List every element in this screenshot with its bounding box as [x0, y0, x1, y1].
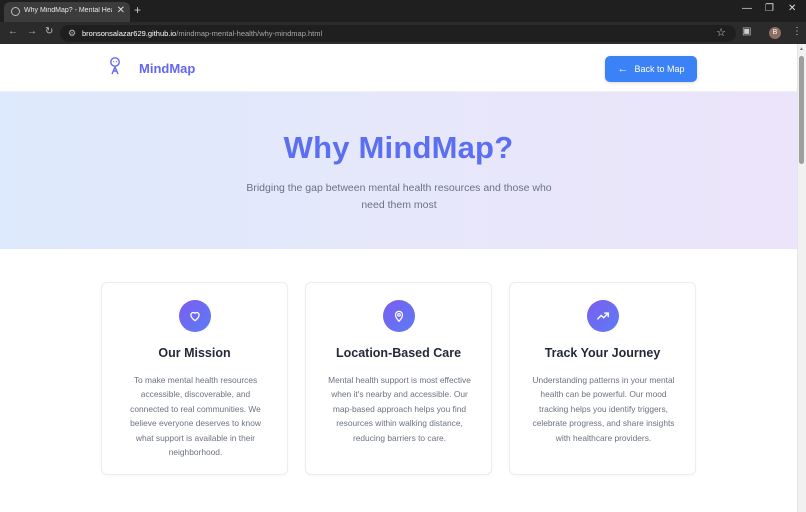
- page-title: Why MindMap?: [283, 130, 514, 165]
- tab-close-icon[interactable]: ✕: [117, 5, 125, 16]
- hero-subtitle: Bridging the gap between mental health r…: [246, 182, 552, 211]
- tab-title: Why MindMap? - Mental Health: [24, 7, 112, 14]
- back-to-map-label: Back to Map: [634, 64, 685, 74]
- url-path: /mindmap-mental-health/why-mindmap.html: [176, 29, 323, 38]
- card-title: Our Mission: [158, 346, 231, 360]
- menu-kebab-icon[interactable]: ⋮: [792, 26, 802, 37]
- logo-text[interactable]: MindMap: [139, 61, 195, 76]
- map-pin-icon: [383, 300, 415, 332]
- trending-up-icon: [587, 300, 619, 332]
- minimize-icon[interactable]: —: [742, 3, 752, 14]
- restore-icon[interactable]: ❐: [765, 3, 774, 14]
- card-text: Understanding patterns in your mental he…: [532, 375, 675, 443]
- address-bar[interactable]: ⚙ bronsonsalazar629.github.io/mindmap-me…: [60, 25, 736, 42]
- browser-tab-bar: Why MindMap? - Mental Health ✕ + — ❐ ✕: [0, 0, 806, 22]
- back-to-map-button[interactable]: ← Back to Map: [605, 56, 697, 82]
- card-location-based-care: Location-Based Care Mental health suppor…: [305, 282, 492, 475]
- site-header: MindMap ← Back to Map: [0, 44, 797, 92]
- scroll-up-icon[interactable]: ▲: [799, 46, 804, 52]
- window-close-icon[interactable]: ✕: [788, 3, 796, 14]
- url-host: bronsonsalazar629.github.io: [82, 29, 177, 38]
- browser-tab[interactable]: Why MindMap? - Mental Health ✕: [4, 2, 130, 22]
- profile-avatar[interactable]: B: [769, 27, 781, 39]
- card-title: Location-Based Care: [335, 346, 462, 360]
- card-our-mission: Our Mission To make mental health resour…: [101, 282, 288, 475]
- reload-icon[interactable]: ↻: [45, 26, 53, 37]
- back-nav-icon[interactable]: ←: [8, 26, 18, 37]
- tab-favicon-icon: [11, 7, 20, 16]
- page-content: MindMap ← Back to Map Why MindMap? Bridg…: [0, 44, 797, 512]
- card-track-your-journey: Track Your Journey Understanding pattern…: [509, 282, 696, 475]
- browser-toolbar: ← → ↻ ⚙ bronsonsalazar629.github.io/mind…: [0, 22, 806, 44]
- new-tab-icon[interactable]: +: [134, 3, 141, 17]
- site-info-icon[interactable]: ⚙: [68, 28, 76, 39]
- cast-icon[interactable]: ▣: [742, 26, 751, 37]
- hero-section: Why MindMap? Bridging the gap between me…: [0, 92, 797, 249]
- bookmark-star-icon[interactable]: ☆: [716, 26, 726, 39]
- arrow-left-icon: ←: [617, 63, 629, 75]
- card-text: To make mental health resources accessib…: [130, 375, 261, 458]
- card-text: Mental health support is most effective …: [328, 375, 471, 443]
- scrollbar-thumb[interactable]: [799, 56, 804, 164]
- card-title: Track Your Journey: [544, 346, 661, 360]
- mindmap-logo-icon: [110, 57, 120, 75]
- url-text: bronsonsalazar629.github.io/mindmap-ment…: [82, 29, 322, 38]
- forward-nav-icon[interactable]: →: [27, 26, 37, 37]
- heart-icon: [179, 300, 211, 332]
